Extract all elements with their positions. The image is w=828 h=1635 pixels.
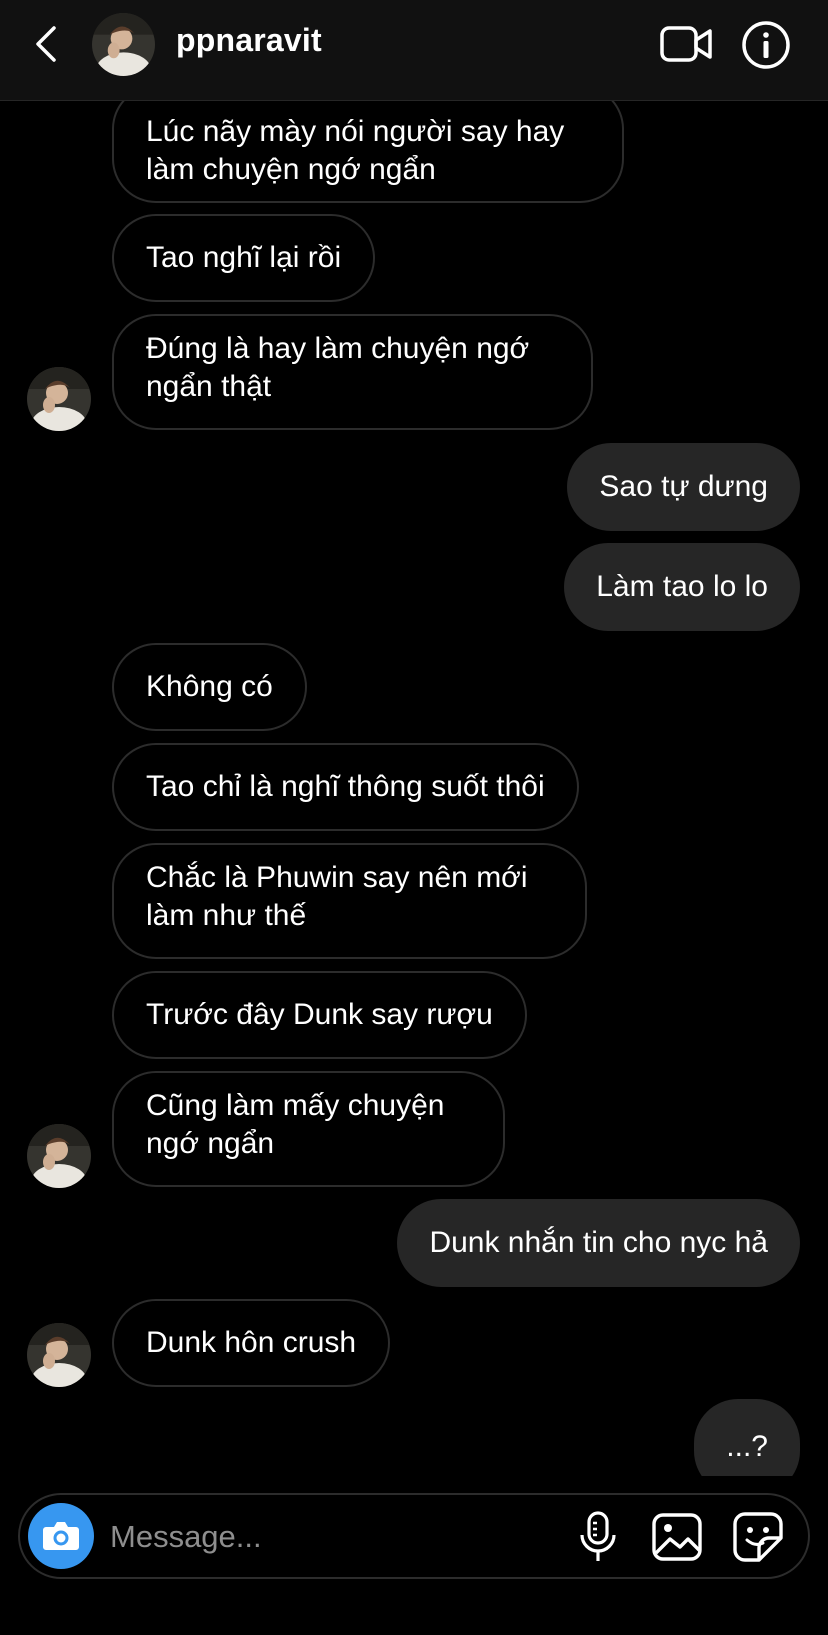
incoming-message[interactable]: Tao chỉ là nghĩ thông suốt thôi — [112, 743, 579, 831]
incoming-message[interactable]: Trước đây Dunk say rượu — [112, 971, 527, 1059]
outgoing-message[interactable]: Dunk nhắn tin cho nyc hả — [397, 1199, 800, 1287]
info-icon — [742, 21, 790, 69]
incoming-message[interactable]: Chắc là Phuwin say nên mới làm như thế — [112, 843, 587, 959]
microphone-icon — [580, 1511, 616, 1561]
message-input[interactable] — [108, 1509, 552, 1565]
sender-avatar[interactable] — [27, 1124, 91, 1188]
incoming-message[interactable]: Cũng làm mấy chuyện ngớ ngẩn — [112, 1071, 505, 1187]
incoming-message[interactable]: Tao nghĩ lại rồi — [112, 214, 376, 302]
info-button[interactable] — [741, 20, 791, 70]
sticker-button[interactable] — [733, 1512, 783, 1562]
back-button[interactable] — [28, 22, 68, 66]
message-composer — [18, 1493, 810, 1579]
incoming-message[interactable]: Không có — [112, 643, 307, 731]
chat-header: ppnaravit — [0, 0, 828, 101]
camera-icon — [43, 1522, 79, 1550]
sender-avatar[interactable] — [27, 367, 91, 431]
contact-avatar[interactable] — [92, 13, 155, 76]
voice-message-button[interactable] — [578, 1511, 618, 1563]
video-call-button[interactable] — [660, 22, 714, 66]
incoming-message[interactable]: Dunk hôn crush — [112, 1299, 391, 1387]
camera-button[interactable] — [28, 1503, 94, 1569]
sticker-icon — [733, 1512, 783, 1562]
sender-avatar[interactable] — [27, 1323, 91, 1387]
chevron-left-icon — [36, 26, 56, 62]
outgoing-message[interactable]: Sao tự dưng — [567, 443, 800, 531]
outgoing-message[interactable]: Làm tao lo lo — [564, 543, 800, 631]
outgoing-message[interactable]: ...? — [694, 1399, 800, 1476]
chat-username[interactable]: ppnaravit — [176, 22, 322, 59]
incoming-message[interactable]: Đúng là hay làm chuyện ngớ ngẩn thật — [112, 314, 593, 430]
gallery-button[interactable] — [652, 1513, 702, 1561]
image-icon — [652, 1513, 702, 1561]
video-camera-icon — [660, 26, 712, 62]
incoming-message[interactable]: Lúc nãy mày nói người say hay làm chuyện… — [112, 101, 624, 203]
message-thread[interactable]: Lúc nãy mày nói người say hay làm chuyện… — [0, 101, 828, 1476]
